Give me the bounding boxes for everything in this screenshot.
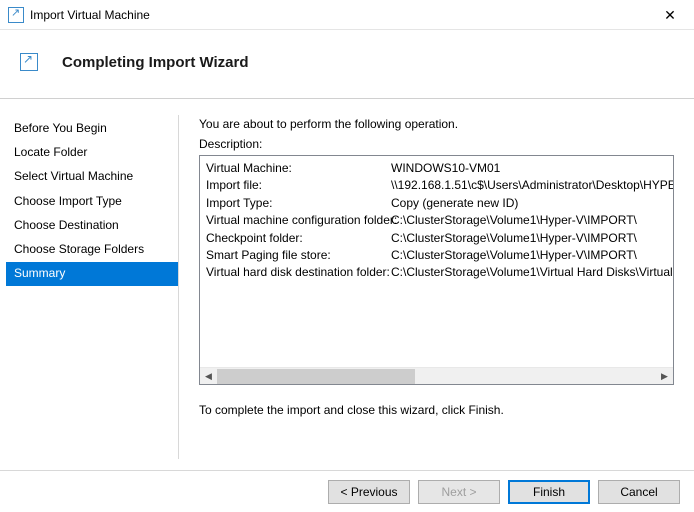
row-key: Virtual machine configuration folder: [206,212,391,229]
scroll-thumb[interactable] [217,369,415,384]
row-value: WINDOWS10-VM01 [391,160,500,177]
sidebar-item-summary[interactable]: Summary [6,262,178,286]
row-key: Virtual Machine: [206,160,391,177]
row-key: Checkpoint folder: [206,230,391,247]
divider [0,98,694,99]
row-value: Copy (generate new ID) [391,195,518,212]
finish-button[interactable]: Finish [508,480,590,504]
row-key: Smart Paging file store: [206,247,391,264]
intro-text: You are about to perform the following o… [199,117,674,131]
sidebar-item-choose-destination[interactable]: Choose Destination [6,214,178,238]
next-button: Next > [418,480,500,504]
scroll-left-button[interactable]: ◀ [200,368,217,385]
description-content: Virtual Machine: WINDOWS10-VM01 Import f… [200,156,673,367]
table-row: Checkpoint folder: C:\ClusterStorage\Vol… [206,230,667,247]
row-value: C:\ClusterStorage\Volume1\Hyper-V\IMPORT… [391,212,637,229]
table-row: Smart Paging file store: C:\ClusterStora… [206,247,667,264]
body: Before You Begin Locate Folder Select Vi… [0,107,694,467]
sidebar-item-before-you-begin[interactable]: Before You Begin [6,117,178,141]
close-icon: ✕ [664,8,676,22]
row-key: Import Type: [206,195,391,212]
row-value: \\192.168.1.51\c$\Users\Administrator\De… [391,177,673,194]
titlebar: Import Virtual Machine ✕ [0,0,694,30]
table-row: Import file: \\192.168.1.51\c$\Users\Adm… [206,177,667,194]
sidebar-item-choose-import-type[interactable]: Choose Import Type [6,190,178,214]
previous-button[interactable]: < Previous [328,480,410,504]
window-title: Import Virtual Machine [30,8,650,22]
row-value: C:\ClusterStorage\Volume1\Virtual Hard D… [391,264,673,281]
wizard-steps: Before You Begin Locate Folder Select Vi… [6,107,178,467]
scroll-right-button[interactable]: ▶ [656,368,673,385]
row-value: C:\ClusterStorage\Volume1\Hyper-V\IMPORT… [391,247,637,264]
table-row: Virtual Machine: WINDOWS10-VM01 [206,160,667,177]
wizard-header: Completing Import Wizard [0,30,694,94]
table-row: Import Type: Copy (generate new ID) [206,195,667,212]
chevron-right-icon: ▶ [661,371,668,382]
sidebar-item-select-vm[interactable]: Select Virtual Machine [6,165,178,189]
chevron-left-icon: ◀ [205,371,212,382]
import-icon [20,53,38,71]
page-title: Completing Import Wizard [62,54,249,71]
button-bar: < Previous Next > Finish Cancel [0,470,694,512]
cancel-button[interactable]: Cancel [598,480,680,504]
description-box: Virtual Machine: WINDOWS10-VM01 Import f… [199,155,674,385]
scroll-track[interactable] [217,368,656,385]
sidebar-item-choose-storage-folders[interactable]: Choose Storage Folders [6,238,178,262]
main-panel: You are about to perform the following o… [179,107,688,467]
row-key: Virtual hard disk destination folder: [206,264,391,281]
horizontal-scrollbar[interactable]: ◀ ▶ [200,367,673,384]
completion-text: To complete the import and close this wi… [199,403,674,417]
description-label: Description: [199,137,674,151]
row-key: Import file: [206,177,391,194]
sidebar-item-locate-folder[interactable]: Locate Folder [6,141,178,165]
table-row: Virtual machine configuration folder: C:… [206,212,667,229]
app-icon [8,7,24,23]
close-button[interactable]: ✕ [650,1,690,29]
table-row: Virtual hard disk destination folder: C:… [206,264,667,281]
row-value: C:\ClusterStorage\Volume1\Hyper-V\IMPORT… [391,230,637,247]
